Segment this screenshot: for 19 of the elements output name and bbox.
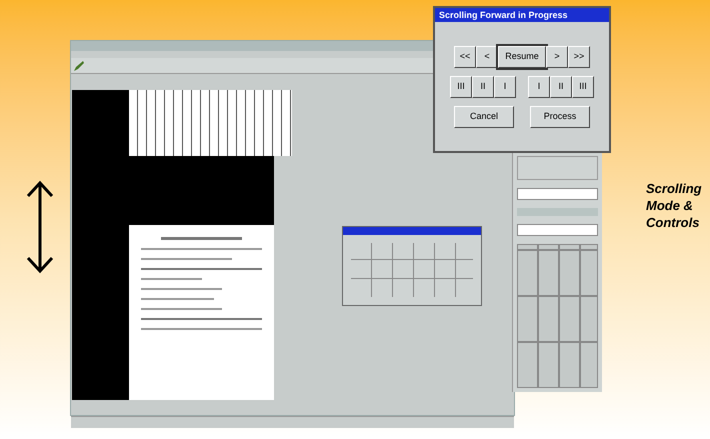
dialog-button[interactable]: I	[494, 76, 516, 98]
dialog-button[interactable]: Cancel	[454, 106, 514, 128]
dialog-button[interactable]: II	[550, 76, 572, 98]
dialog-button[interactable]: II	[472, 76, 494, 98]
caption: Scrolling Mode & Controls	[646, 180, 703, 231]
dialog-button[interactable]: <<	[454, 46, 476, 68]
dialog-button[interactable]: >>	[568, 46, 590, 68]
dialog-button[interactable]: Resume	[498, 46, 546, 68]
dialog-button[interactable]: III	[450, 76, 472, 98]
input-field[interactable]	[517, 188, 598, 200]
dialog-button[interactable]: Process	[530, 106, 590, 128]
double-arrow-icon	[24, 180, 56, 274]
dialog-button[interactable]: >	[546, 46, 568, 68]
dialog-button[interactable]: I	[528, 76, 550, 98]
input-field[interactable]	[517, 224, 598, 236]
dialog-title: Scrolling Forward in Progress	[435, 8, 609, 22]
dialog-button[interactable]: III	[572, 76, 594, 98]
dialog-button[interactable]: <	[476, 46, 498, 68]
pencil-icon	[73, 60, 85, 72]
